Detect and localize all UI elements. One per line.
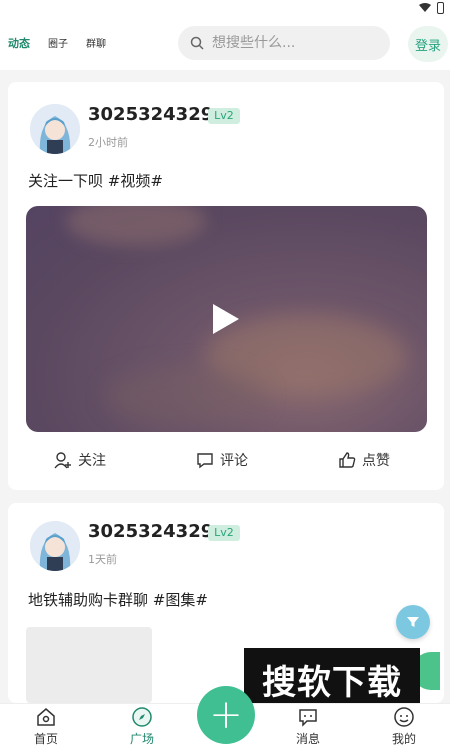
level-badge: Lv2 — [208, 525, 240, 541]
wifi-icon — [419, 3, 431, 12]
profile-icon — [394, 707, 414, 727]
post-actions: 关注 评论 点赞 — [8, 450, 444, 474]
search-icon — [190, 36, 204, 50]
avatar-image — [30, 521, 80, 571]
comment-label: 评论 — [220, 453, 248, 469]
nav-home[interactable]: 首页 — [16, 706, 76, 747]
nav-square[interactable]: 广场 — [112, 706, 172, 747]
post-time: 1天前 — [88, 553, 117, 566]
avatar[interactable] — [30, 521, 80, 571]
username[interactable]: 3025324329 — [88, 104, 213, 125]
tab-group-chat[interactable]: 群聊 — [86, 35, 106, 50]
top-header: 动态 圈子 群聊 登录 — [0, 18, 450, 70]
comment-icon — [197, 453, 213, 469]
compass-icon — [132, 707, 152, 727]
level-badge: Lv2 — [208, 108, 240, 124]
like-button[interactable]: 点赞 — [338, 450, 390, 470]
tab-dynamics[interactable]: 动态 — [8, 35, 30, 51]
like-label: 点赞 — [362, 453, 390, 469]
video-player[interactable] — [26, 206, 427, 432]
watermark: 搜软下载 — [244, 648, 420, 710]
post-time: 2小时前 — [88, 136, 128, 149]
post-image[interactable] — [26, 627, 152, 703]
add-post-button[interactable]: + — [197, 686, 255, 744]
post-text[interactable]: 关注一下呗 #视频# — [28, 170, 163, 191]
nav-home-label: 首页 — [33, 732, 58, 746]
avatar[interactable] — [30, 104, 80, 154]
play-icon[interactable] — [213, 304, 239, 334]
message-icon — [299, 709, 317, 727]
login-button[interactable]: 登录 — [408, 26, 448, 62]
video-thumbnail-cloud — [106, 366, 266, 426]
filter-icon — [407, 617, 419, 627]
filter-button[interactable] — [396, 605, 430, 639]
search-bar[interactable] — [178, 26, 390, 60]
battery-icon — [437, 2, 444, 14]
follow-button[interactable]: 关注 — [54, 450, 106, 470]
tab-circles[interactable]: 圈子 — [48, 35, 68, 50]
status-bar — [0, 0, 450, 18]
comment-button[interactable]: 评论 — [196, 450, 248, 470]
nav-profile-label: 我的 — [391, 732, 416, 746]
username[interactable]: 3025324329 — [88, 521, 213, 542]
search-input[interactable] — [212, 35, 372, 51]
nav-square-label: 广场 — [129, 732, 154, 746]
add-user-icon — [54, 452, 71, 469]
home-icon — [37, 708, 55, 726]
video-thumbnail-cloud — [66, 206, 206, 246]
avatar-image — [30, 104, 80, 154]
plus-icon: + — [209, 692, 243, 738]
thumbs-up-icon — [339, 452, 356, 468]
post-text[interactable]: 地铁辅助购卡群聊 #图集# — [28, 589, 208, 610]
nav-messages[interactable]: 消息 — [278, 706, 338, 747]
post-card[interactable]: 3025324329 Lv2 2小时前 关注一下呗 #视频# 关注 评论 点赞 — [8, 82, 444, 490]
nav-profile[interactable]: 我的 — [374, 706, 434, 747]
header-tabs: 动态 圈子 群聊 — [8, 35, 106, 51]
follow-label: 关注 — [78, 453, 106, 469]
nav-messages-label: 消息 — [295, 732, 320, 746]
